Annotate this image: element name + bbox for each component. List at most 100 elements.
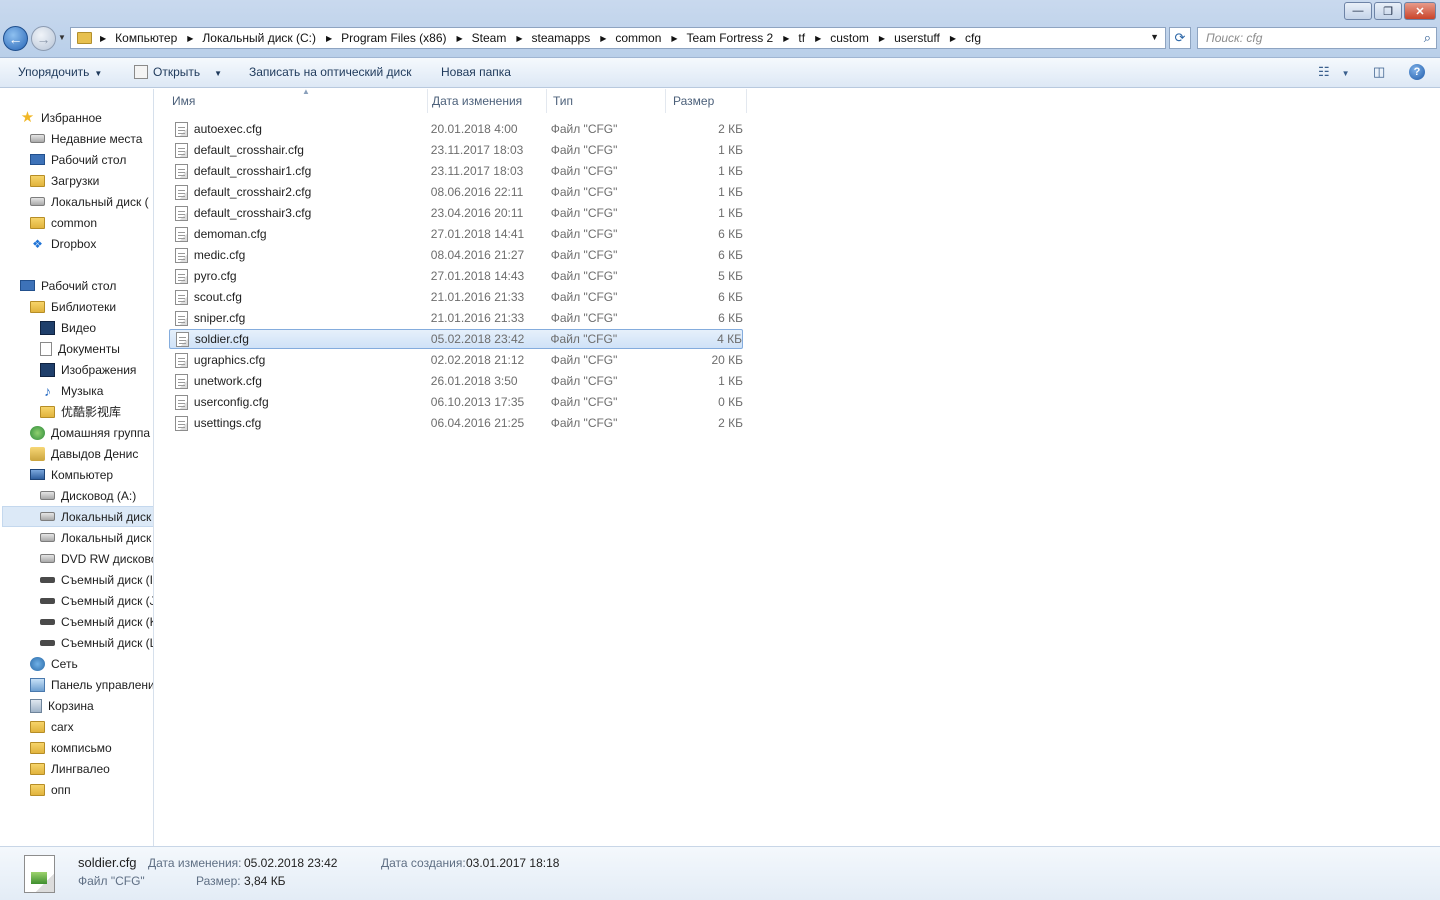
sidebar-item[interactable]: Изображения [40,359,136,380]
breadcrumb-item[interactable]: ▶ cfg [950,31,991,45]
sidebar-item[interactable]: Съемный диск (I [40,569,153,590]
sidebar-item[interactable]: Сеть [30,653,78,674]
recent-pages-dropdown[interactable]: ▼ [58,33,66,42]
help-button[interactable]: ? [1409,64,1425,80]
file-date: 08.06.2016 22:11 [430,185,524,199]
sidebar-item[interactable]: Документы [40,338,120,359]
address-bar[interactable]: ▶ Компьютер ▶ Локальный диск (C:) ▶ Program F… [70,27,1166,49]
breadcrumb-item[interactable]: ▶ Локальный диск (C:) [187,31,326,45]
sidebar-item[interactable]: Недавние места [30,128,142,149]
preview-pane-button[interactable]: ◫ [1373,64,1385,80]
breadcrumb-item[interactable]: ▶ userstuff [879,31,950,45]
star-icon: ★ [20,108,35,126]
sidebar-item[interactable]: Дисковод (A:) [40,485,136,506]
file-row[interactable]: unetwork.cfg 26.01.2018 3:50 Файл "CFG" 1 К… [169,371,743,391]
breadcrumb-item[interactable]: ▶ Steam [457,31,517,45]
sidebar-item[interactable]: 优酷影视库 [40,401,121,422]
open-button[interactable]: Открыть ▼ [134,65,222,79]
file-date: 21.01.2016 21:33 [430,290,525,304]
sidebar-item[interactable]: Библиотеки [30,296,116,317]
sidebar-item[interactable]: Съемный диск (K [40,611,153,632]
view-options-button[interactable]: ☷ ▼ [1318,64,1350,80]
breadcrumb-separator-icon[interactable]: ▶ [100,34,106,43]
minimize-button[interactable]: — [1344,2,1372,20]
sidebar-item[interactable]: Лингвалео [30,758,110,779]
sidebar-item-label: Давыдов Денис [51,446,139,461]
back-button[interactable]: ← [3,26,28,51]
sidebar-item[interactable]: common [30,212,97,233]
column-header-date[interactable]: Дата изменения [426,89,547,113]
sidebar-item[interactable]: Корзина [30,695,94,716]
organize-button[interactable]: Упорядочить ▼ [18,65,102,79]
file-row[interactable]: pyro.cfg 27.01.2018 14:43 Файл "CFG" 5 КБ [169,266,743,286]
file-row[interactable]: medic.cfg 08.04.2016 21:27 Файл "CFG" 6 КБ [169,245,743,265]
file-row[interactable]: usettings.cfg 06.04.2016 21:25 Файл "CFG" 2… [169,413,743,433]
breadcrumb-separator-icon[interactable]: ▶ [187,34,193,43]
sidebar-item[interactable]: carx [30,716,74,737]
column-header-type[interactable]: Тип [547,89,666,113]
breadcrumb-separator-icon[interactable]: ▶ [516,34,522,43]
breadcrumb-separator-icon[interactable]: ▶ [457,34,463,43]
breadcrumb-separator-icon[interactable]: ▶ [600,34,606,43]
sidebar-item[interactable]: Локальный диск [40,527,151,548]
sidebar-item[interactable]: комписьмо [30,737,112,758]
sidebar-item[interactable]: ★ Избранное [20,107,102,128]
sidebar-item[interactable]: Съемный диск (L [40,632,153,653]
sidebar-item[interactable]: Панель управлени [30,674,153,695]
column-header-size[interactable]: Размер [667,89,747,113]
refresh-button[interactable]: ⟳ [1169,27,1191,49]
file-row[interactable]: ugraphics.cfg 02.02.2018 21:12 Файл "CFG" 2… [169,350,743,370]
maximize-button[interactable]: ❐ [1374,2,1402,20]
new-folder-button[interactable]: Новая папка [441,65,511,79]
breadcrumb-item[interactable]: ▶ tf [783,31,815,45]
sidebar-item[interactable]: Давыдов Денис [30,443,138,464]
breadcrumb-item[interactable]: ▶ common [600,31,671,45]
file-row[interactable]: demoman.cfg 27.01.2018 14:41 Файл "CFG" 6 К… [169,224,743,244]
file-row[interactable]: autoexec.cfg 20.01.2018 4:00 Файл "CFG" 2 К… [169,119,743,139]
sidebar-item[interactable]: ♪ Музыка [40,380,103,401]
folder-icon [30,741,45,754]
file-row[interactable]: default_crosshair.cfg 23.11.2017 18:03 Фай… [169,140,743,160]
sidebar-item[interactable]: ❖ Dropbox [30,233,96,254]
file-row[interactable]: default_crosshair1.cfg 23.11.2017 18:03 Фа… [169,161,743,181]
sidebar-item[interactable]: Рабочий стол [30,149,126,170]
file-row[interactable]: scout.cfg 21.01.2016 21:33 Файл "CFG" 6 КБ [169,287,743,307]
sidebar-item[interactable]: Локальный диск [2,506,153,527]
file-size: 6 КБ [718,290,743,304]
forward-button[interactable]: → [31,26,56,51]
breadcrumb-separator-icon[interactable]: ▶ [326,34,332,43]
sidebar-item[interactable]: Рабочий стол [20,275,116,296]
breadcrumb-separator-icon[interactable]: ▶ [879,34,885,43]
burn-button[interactable]: Записать на оптический диск [249,65,412,79]
sidebar-item[interactable]: Локальный диск ( [30,191,149,212]
breadcrumb-item[interactable]: ▶ Team Fortress 2 [671,31,783,45]
sidebar-item[interactable]: Компьютер [30,464,113,485]
desktop-icon [30,154,45,165]
breadcrumb-separator-icon[interactable]: ▶ [783,34,789,43]
breadcrumb-item[interactable]: ▶ steamapps [516,31,600,45]
breadcrumb-separator-icon[interactable]: ▶ [815,34,821,43]
file-row[interactable]: userconfig.cfg 06.10.2013 17:35 Файл "CFG"… [169,392,743,412]
breadcrumb-separator-icon[interactable]: ▶ [671,34,677,43]
search-icon[interactable]: ⌕ [1424,30,1431,46]
column-header-name[interactable]: Имя ▲ [166,87,428,113]
breadcrumb-item[interactable]: ▶ Компьютер [100,31,187,45]
close-button[interactable]: ✕ [1404,2,1436,20]
breadcrumb-item[interactable]: ▶ custom [815,31,879,45]
sidebar-item[interactable]: Домашняя группа [30,422,150,443]
breadcrumb-separator-icon[interactable]: ▶ [950,34,956,43]
search-input[interactable]: Поиск: cfg ⌕ [1197,27,1437,49]
breadcrumb-item[interactable]: ▶ Program Files (x86) [326,31,457,45]
sidebar-item[interactable]: Загрузки [30,170,99,191]
sidebar-item[interactable]: Съемный диск (J [40,590,153,611]
sidebar-item[interactable]: DVD RW дисково [40,548,153,569]
sidebar-item[interactable]: опп [30,779,71,800]
file-date: 23.04.2016 20:11 [430,206,524,220]
file-row[interactable]: sniper.cfg 21.01.2016 21:33 Файл "CFG" 6 КБ [169,308,743,328]
file-row[interactable]: soldier.cfg 05.02.2018 23:42 Файл "CFG" 4 К… [169,329,743,349]
file-size: 5 КБ [718,269,743,283]
file-row[interactable]: default_crosshair2.cfg 08.06.2016 22:11 Фа… [169,182,743,202]
chevron-down-icon[interactable]: ▼ [1150,32,1159,42]
file-row[interactable]: default_crosshair3.cfg 23.04.2016 20:11 Фа… [169,203,743,223]
sidebar-item[interactable]: Видео [40,317,96,338]
